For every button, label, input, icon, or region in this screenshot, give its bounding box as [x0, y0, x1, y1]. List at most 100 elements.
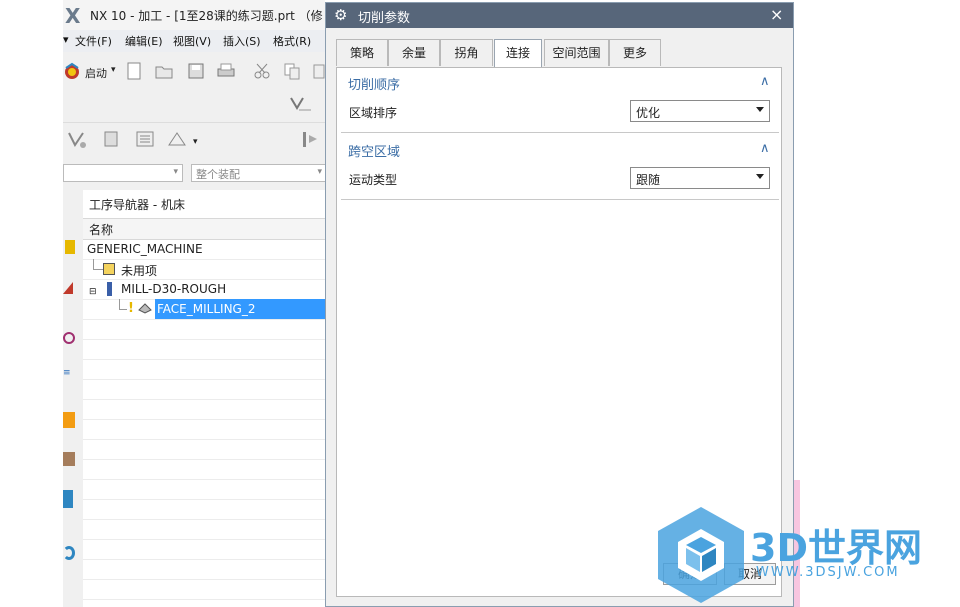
toolpath-icon[interactable] — [167, 129, 186, 147]
tree-row-label: FACE_MILLING_2 — [157, 302, 256, 316]
face-milling-icon — [138, 302, 152, 314]
collapse-icon[interactable]: ⊟ — [89, 288, 97, 297]
tree-row-unused[interactable]: 未用项 — [83, 259, 325, 280]
operation-navigator: 工序导航器 - 机床 名称 GENERIC_MACHINE 未用项 ⊟ MILL… — [83, 190, 325, 607]
menu-edit[interactable]: 编辑(E) — [125, 33, 163, 49]
tree-row-empty — [83, 379, 325, 400]
watermark: 3D世界网 WWW.3DSJW.COM — [656, 503, 956, 607]
section-divider — [341, 199, 779, 200]
tab-more[interactable]: 更多 — [609, 39, 661, 66]
tab-stock[interactable]: 余量 — [388, 39, 440, 66]
tree-row-empty — [83, 459, 325, 480]
nx-title-bar: X NX 10 - 加工 - [1至28课的练习题.prt （修 — [63, 0, 325, 31]
geometry-tool-icon[interactable] — [67, 129, 86, 148]
tab-containment[interactable]: 空间范围 — [544, 39, 609, 66]
tree-row-face-milling-2[interactable]: ! FACE_MILLING_2 — [83, 299, 325, 320]
tree-line — [93, 269, 103, 270]
menu-bar: ▾ 文件(F) 编辑(E) 视图(V) 插入(S) 格式(R) — [63, 30, 325, 52]
scope-filter-dropdown[interactable]: 整个装配 ▾ — [191, 164, 325, 182]
start-button[interactable]: 启动 — [85, 65, 107, 81]
new-file-icon[interactable] — [125, 62, 143, 80]
toolbar-operations — [63, 88, 325, 126]
motion-type-value: 跟随 — [636, 173, 661, 187]
type-filter-chevron-icon: ▾ — [173, 167, 178, 177]
selection-highlight: FACE_MILLING_2 — [155, 299, 325, 319]
nx-main-window: X NX 10 - 加工 - [1至28课的练习题.prt （修 ▾ 文件(F)… — [63, 0, 325, 607]
menu-file[interactable]: 文件(F) — [75, 33, 112, 49]
tab-connections[interactable]: 连接 — [494, 39, 542, 68]
menu-insert[interactable]: 插入(S) — [223, 33, 261, 49]
tree-line — [119, 299, 120, 309]
start-icon[interactable] — [63, 62, 81, 80]
tree-row-empty — [83, 579, 325, 600]
tree-row-empty — [83, 439, 325, 460]
tree-row-empty — [83, 319, 325, 340]
section-transfer-header[interactable]: 跨空区域 ∧ — [337, 137, 781, 161]
resource-bar: ≡ — [63, 190, 84, 607]
watermark-url: WWW.3DSJW.COM — [756, 565, 900, 580]
resource-tab-icon[interactable] — [63, 332, 75, 344]
watermark-cube-icon — [658, 507, 744, 603]
save-icon[interactable] — [187, 62, 205, 80]
tree-row-empty — [83, 519, 325, 540]
menu-format[interactable]: 格式(R) — [273, 33, 311, 49]
tab-strategy[interactable]: 策略 — [336, 39, 388, 66]
section-divider — [341, 132, 779, 133]
simulate-icon[interactable] — [301, 129, 319, 147]
tree-row-label: MILL-D30-ROUGH — [121, 282, 227, 296]
section-title: 跨空区域 — [348, 145, 401, 160]
tool-holder-icon[interactable] — [101, 129, 119, 147]
tree-row-empty — [83, 399, 325, 420]
tree-row-empty — [83, 559, 325, 580]
close-icon[interactable]: × — [770, 5, 783, 24]
tree-row-empty — [83, 339, 325, 360]
region-sequencing-label: 区域排序 — [349, 106, 398, 120]
menu-view[interactable]: 视图(V) — [173, 33, 211, 49]
resource-tab-icon[interactable] — [65, 240, 75, 254]
method-list-icon[interactable] — [135, 129, 154, 147]
chevron-down-icon — [756, 174, 764, 179]
scope-filter-chevron-icon: ▾ — [317, 167, 322, 177]
section-cut-order-header[interactable]: 切削顺序 ∧ — [337, 70, 781, 94]
motion-type-select[interactable]: 跟随 — [630, 167, 770, 189]
navigator-title: 工序导航器 - 机床 — [89, 198, 185, 212]
resource-tab-icon[interactable]: ≡ — [63, 368, 71, 378]
tree-row-mill-d30-rough[interactable]: ⊟ MILL-D30-ROUGH — [83, 279, 325, 300]
open-file-icon[interactable] — [155, 62, 173, 80]
menu-arrow-icon[interactable]: ▾ — [63, 33, 69, 46]
print-icon[interactable] — [217, 62, 235, 80]
tree-row-generic-machine[interactable]: GENERIC_MACHINE — [83, 239, 325, 260]
tree-row-empty — [83, 479, 325, 500]
tree-row-empty — [83, 359, 325, 380]
dialog-title-bar[interactable]: ⚙ 切削参数 × — [326, 3, 793, 28]
collapse-up-icon[interactable]: ∧ — [760, 141, 770, 156]
resource-tab-icon[interactable] — [63, 546, 75, 560]
gear-icon: ⚙ — [334, 6, 348, 24]
type-filter-dropdown[interactable]: ▾ — [63, 164, 183, 182]
tab-strip: 策略 余量 拐角 连接 空间范围 更多 — [336, 39, 781, 68]
scope-filter-placeholder: 整个装配 — [196, 168, 240, 181]
column-name-label: 名称 — [89, 223, 114, 237]
warning-status-icon: ! — [128, 301, 134, 316]
chevron-down-icon — [756, 107, 764, 112]
resource-tab-icon[interactable] — [63, 282, 73, 294]
tree-row-label: GENERIC_MACHINE — [87, 242, 203, 256]
tree-row-empty — [83, 539, 325, 560]
more-tools-chevron-icon[interactable]: ▾ — [193, 137, 198, 147]
resource-tab-icon[interactable] — [63, 452, 75, 466]
resource-tab-icon[interactable] — [63, 490, 73, 508]
section-title: 切削顺序 — [348, 78, 401, 93]
operation-tool-icon[interactable] — [289, 94, 311, 112]
tree-row-label: 未用项 — [121, 264, 158, 278]
folder-icon — [103, 263, 115, 275]
region-sequencing-select[interactable]: 优化 — [630, 100, 770, 122]
paste-icon[interactable] — [313, 62, 325, 80]
resource-tab-icon[interactable] — [63, 412, 75, 428]
tab-corners[interactable]: 拐角 — [440, 39, 493, 66]
navigator-column-header[interactable]: 名称 — [83, 218, 325, 240]
start-chevron-icon[interactable]: ▾ — [111, 65, 116, 75]
selection-filter-bar: ▾ 整个装配 ▾ — [63, 160, 325, 188]
copy-icon[interactable] — [283, 62, 301, 80]
collapse-up-icon[interactable]: ∧ — [760, 74, 770, 89]
cut-icon[interactable] — [253, 62, 271, 80]
